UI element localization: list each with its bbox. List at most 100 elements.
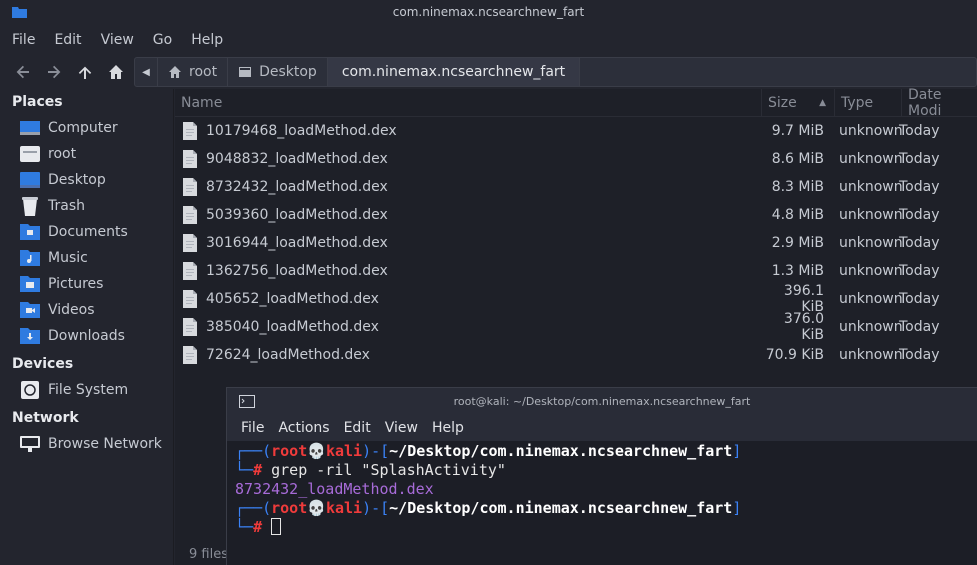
file-name: 385040_loadMethod.dex bbox=[206, 319, 379, 335]
window-title: com.ninemax.ncsearchnew_fart bbox=[392, 5, 585, 19]
file-name: 1362756_loadMethod.dex bbox=[206, 263, 388, 279]
sidebar-item-downloads[interactable]: Downloads bbox=[0, 323, 173, 349]
file-name: 8732432_loadMethod.dex bbox=[206, 179, 388, 195]
up-button[interactable] bbox=[74, 61, 96, 83]
breadcrumb: ◀ root Desktop com.ninemax.ncsearchnew_f… bbox=[134, 57, 977, 87]
file-type: unknown bbox=[839, 291, 903, 307]
column-header-type[interactable]: Type bbox=[835, 88, 902, 117]
file-name-cell: 72624_loadMethod.dex bbox=[175, 345, 759, 365]
column-header-name[interactable]: Name bbox=[175, 88, 762, 117]
file-icon bbox=[183, 346, 197, 364]
arrow-right-icon bbox=[48, 65, 61, 79]
desktop-icon bbox=[239, 67, 252, 77]
file-name-cell: 1362756_loadMethod.dex bbox=[175, 261, 759, 281]
input-line: └─# bbox=[235, 518, 977, 537]
table-row[interactable]: 72624_loadMethod.dex 70.9 KiB unknown Today bbox=[175, 341, 977, 369]
home-folder-icon bbox=[20, 145, 40, 163]
back-button[interactable] bbox=[12, 61, 34, 83]
sidebar-item-label: Videos bbox=[48, 302, 95, 318]
home-button[interactable] bbox=[105, 61, 127, 83]
file-size: 8.6 MiB bbox=[771, 151, 824, 167]
network-icon bbox=[20, 435, 40, 453]
sidebar-item-label: Desktop bbox=[48, 172, 106, 188]
file-type: unknown bbox=[839, 207, 903, 223]
menu-help[interactable]: Help bbox=[191, 32, 223, 48]
sort-ascending-icon: ▲ bbox=[819, 97, 826, 108]
terminal-menu-actions[interactable]: Actions bbox=[278, 420, 329, 436]
menu-bar: File Edit View Go Help bbox=[0, 24, 977, 56]
sidebar-item-music[interactable]: Music bbox=[0, 245, 173, 271]
breadcrumb-desktop-label: Desktop bbox=[259, 64, 317, 80]
prompt-line: ┌──(root💀kali)-[~/Desktop/com.ninemax.nc… bbox=[235, 442, 742, 460]
sidebar-item-trash[interactable]: Trash bbox=[0, 193, 173, 219]
sidebar-item-documents[interactable]: Documents bbox=[0, 219, 173, 245]
forward-button[interactable] bbox=[43, 61, 65, 83]
drive-icon bbox=[20, 381, 40, 399]
table-row[interactable]: 5039360_loadMethod.dex 4.8 MiB unknown Toda… bbox=[175, 201, 977, 229]
terminal-menu-file[interactable]: File bbox=[241, 420, 264, 436]
file-date: Today bbox=[899, 235, 940, 251]
status-bar: 9 files bbox=[189, 547, 228, 562]
sidebar-item-label: Downloads bbox=[48, 328, 125, 344]
menu-view[interactable]: View bbox=[101, 32, 134, 48]
file-type: unknown bbox=[839, 347, 903, 363]
arrow-up-icon bbox=[78, 66, 92, 79]
file-name: 5039360_loadMethod.dex bbox=[206, 207, 388, 223]
sidebar-item-label: File System bbox=[48, 382, 129, 398]
sidebar-places-title: Places bbox=[12, 94, 63, 110]
sidebar-item-browse-network[interactable]: Browse Network bbox=[0, 431, 173, 457]
sidebar-item-desktop[interactable]: Desktop bbox=[0, 167, 173, 193]
menu-file[interactable]: File bbox=[12, 32, 35, 48]
column-header-size[interactable]: Size ▲ bbox=[762, 88, 835, 117]
table-row[interactable]: 405652_loadMethod.dex 396.1 KiB unknown Tod… bbox=[175, 283, 977, 315]
table-row[interactable]: 8732432_loadMethod.dex 8.3 MiB unknown Toda… bbox=[175, 173, 977, 201]
breadcrumb-root[interactable]: root bbox=[158, 58, 229, 86]
sidebar-item-root[interactable]: root bbox=[0, 141, 173, 167]
prompt-line: ┌──(root💀kali)-[~/Desktop/com.ninemax.nc… bbox=[235, 499, 742, 517]
sidebar-item-computer[interactable]: Computer bbox=[0, 115, 173, 141]
terminal-output[interactable]: ┌──(root💀kali)-[~/Desktop/com.ninemax.nc… bbox=[227, 441, 977, 537]
file-date: Today bbox=[899, 319, 940, 335]
file-date: Today bbox=[899, 151, 940, 167]
terminal-menu-view[interactable]: View bbox=[385, 420, 418, 436]
file-date: Today bbox=[899, 207, 940, 223]
trash-icon bbox=[20, 197, 40, 216]
menu-go[interactable]: Go bbox=[153, 32, 172, 48]
terminal-menu-edit[interactable]: Edit bbox=[344, 420, 371, 436]
documents-folder-icon bbox=[20, 223, 40, 241]
file-name: 3016944_loadMethod.dex bbox=[206, 235, 388, 251]
table-row[interactable]: 1362756_loadMethod.dex 1.3 MiB unknown Toda… bbox=[175, 257, 977, 285]
sidebar-item-file-system[interactable]: File System bbox=[0, 377, 173, 403]
breadcrumb-desktop[interactable]: Desktop bbox=[228, 58, 328, 86]
file-date: Today bbox=[899, 123, 940, 139]
table-row[interactable]: 385040_loadMethod.dex 376.0 KiB unknown Tod… bbox=[175, 311, 977, 343]
breadcrumb-scroll-left[interactable]: ◀ bbox=[135, 58, 158, 86]
file-icon bbox=[183, 262, 197, 280]
file-date: Today bbox=[899, 291, 940, 307]
music-folder-icon bbox=[20, 249, 40, 267]
table-row[interactable]: 3016944_loadMethod.dex 2.9 MiB unknown Toda… bbox=[175, 229, 977, 257]
file-name-cell: 8732432_loadMethod.dex bbox=[175, 177, 759, 197]
menu-edit[interactable]: Edit bbox=[54, 32, 81, 48]
file-name-cell: 385040_loadMethod.dex bbox=[175, 317, 759, 337]
sidebar-item-label: Music bbox=[48, 250, 88, 266]
table-row[interactable]: 10179468_loadMethod.dex 9.7 MiB unknown Tod… bbox=[175, 117, 977, 145]
file-icon bbox=[183, 178, 197, 196]
window-titlebar[interactable]: com.ninemax.ncsearchnew_fart bbox=[0, 0, 977, 24]
videos-folder-icon bbox=[20, 301, 40, 319]
file-name-cell: 3016944_loadMethod.dex bbox=[175, 233, 759, 253]
sidebar-item-pictures[interactable]: Pictures bbox=[0, 271, 173, 297]
terminal-titlebar[interactable]: root@kali: ~/Desktop/com.ninemax.ncsearc… bbox=[227, 388, 977, 415]
file-name: 10179468_loadMethod.dex bbox=[206, 123, 397, 139]
breadcrumb-root-label: root bbox=[189, 64, 218, 80]
file-name-cell: 5039360_loadMethod.dex bbox=[175, 205, 759, 225]
file-size: 4.8 MiB bbox=[771, 207, 824, 223]
toolbar: ◀ root Desktop com.ninemax.ncsearchnew_f… bbox=[0, 56, 977, 88]
file-type: unknown bbox=[839, 123, 903, 139]
breadcrumb-current[interactable]: com.ninemax.ncsearchnew_fart bbox=[327, 58, 581, 86]
sidebar-item-videos[interactable]: Videos bbox=[0, 297, 173, 323]
column-header-date[interactable]: Date Modi bbox=[902, 87, 977, 119]
file-icon bbox=[183, 206, 197, 224]
terminal-menu-help[interactable]: Help bbox=[432, 420, 464, 436]
table-row[interactable]: 9048832_loadMethod.dex 8.6 MiB unknown Toda… bbox=[175, 145, 977, 173]
